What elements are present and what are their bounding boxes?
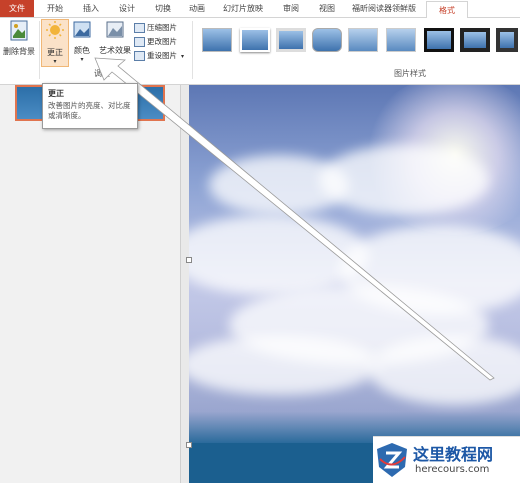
tooltip-description: 改善图片的亮度、对比度或清晰度。 xyxy=(48,101,131,120)
pointer-arrow xyxy=(94,57,495,381)
corrections-tooltip: 更正 改善图片的亮度、对比度或清晰度。 xyxy=(42,83,138,129)
tooltip-title: 更正 xyxy=(48,89,64,98)
